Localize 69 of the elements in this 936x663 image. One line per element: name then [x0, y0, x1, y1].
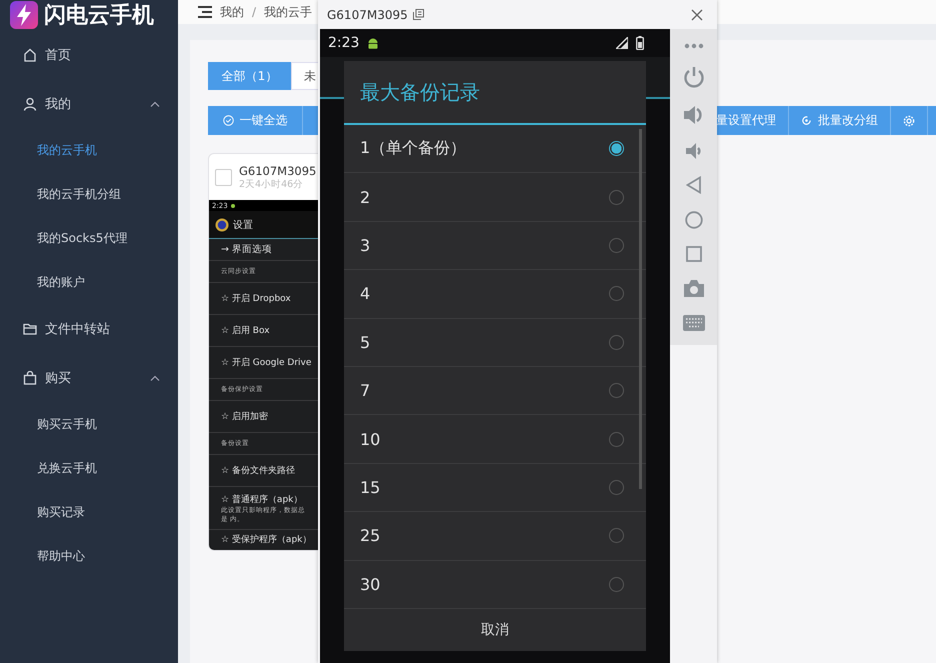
android-icon [367, 36, 380, 50]
sidebar-subitem[interactable]: 我的云手机 [0, 128, 178, 172]
sidebar-subitem[interactable]: 兑换云手机 [0, 446, 178, 490]
breadcrumb-link[interactable]: 我的 [220, 4, 244, 20]
backup-option[interactable]: 25 [344, 512, 646, 561]
volume-down-icon[interactable] [684, 142, 702, 160]
dialog-title: 最大备份记录 [344, 61, 646, 125]
app-logo-icon [215, 218, 229, 232]
uptime-text: 2天4小时46分 [239, 178, 304, 190]
sidebar-item[interactable]: 首页 [0, 30, 178, 79]
radio-button[interactable] [609, 576, 624, 592]
settings-icon [903, 114, 915, 126]
notification-dot-icon [230, 204, 235, 208]
phone-name: G6107M3095 [239, 164, 316, 178]
sidebar-item[interactable]: 文件中转站 [0, 304, 178, 353]
sidebar-item[interactable]: 购买 [0, 353, 178, 402]
back-icon[interactable] [686, 176, 702, 194]
checkbox[interactable] [215, 168, 232, 186]
scrollbar[interactable] [639, 129, 642, 489]
folder-icon [23, 322, 37, 336]
sidebar-item[interactable]: 我的 [0, 79, 178, 128]
setting-label: → 界面选项 [221, 243, 273, 256]
lightning-logo-icon [10, 1, 38, 29]
radio-button[interactable] [609, 286, 624, 302]
breadcrumb-separator: / [252, 5, 256, 19]
radio-button[interactable] [609, 432, 624, 447]
home-circle-icon[interactable] [684, 211, 702, 230]
power-icon[interactable] [682, 66, 704, 88]
radio-button[interactable] [609, 190, 624, 205]
setting-label: ☆ 启用加密 [221, 410, 269, 423]
radio-button[interactable] [609, 383, 624, 398]
menu-icon[interactable] [198, 6, 212, 18]
sidebar-subitem[interactable]: 我的Socks5代理 [0, 216, 178, 260]
setting-label: ☆ 开启 Dropbox [221, 292, 292, 305]
setting-label: ☆ 启用 Box [221, 324, 271, 337]
more-icon[interactable] [684, 43, 704, 50]
sidebar-subitem[interactable]: 购买云手机 [0, 402, 178, 446]
radio-button[interactable] [609, 334, 624, 350]
keyboard-icon[interactable] [682, 314, 704, 330]
check-circle-icon [222, 115, 234, 126]
recents-square-icon[interactable] [686, 246, 702, 262]
user-icon [23, 96, 37, 110]
radio-button[interactable] [609, 238, 624, 253]
radio-button[interactable] [609, 480, 624, 495]
setting-label: ☆ 普通程序（apk） [221, 493, 304, 506]
sidebar-subitem[interactable]: 我的账户 [0, 260, 178, 304]
radio-button[interactable] [609, 528, 624, 544]
window-title: G6107M3095 [327, 8, 408, 22]
filter-tab[interactable]: 未 [291, 62, 318, 90]
sidebar-subitem[interactable]: 购买记录 [0, 490, 178, 534]
sidebar-subitem[interactable]: 我的云手机分组 [0, 172, 178, 216]
setting-label: ☆ 受保护程序（apk） [221, 534, 312, 546]
volume-up-icon[interactable] [682, 104, 704, 125]
radio-button[interactable] [609, 141, 624, 156]
screen-title: 设置 [233, 218, 253, 232]
sidebar-subitem[interactable]: 帮助中心 [0, 534, 178, 578]
breadcrumb-link[interactable]: 我的云手 [264, 4, 312, 20]
setting-label: ☆ 备份文件夹路径 [221, 464, 296, 477]
battery-icon [636, 36, 644, 50]
setting-label: ☆ 开启 Google Drive [221, 356, 312, 369]
close-icon[interactable] [691, 8, 703, 20]
camera-icon[interactable] [682, 278, 704, 298]
shopping-bag-icon [23, 370, 37, 384]
home-icon [23, 48, 37, 62]
app-name: 闪电云手机 [44, 2, 154, 30]
signal-icon [616, 37, 628, 49]
copy-icon[interactable] [412, 9, 424, 20]
refresh-icon [801, 115, 812, 126]
status-time: 2:23 [328, 35, 360, 51]
